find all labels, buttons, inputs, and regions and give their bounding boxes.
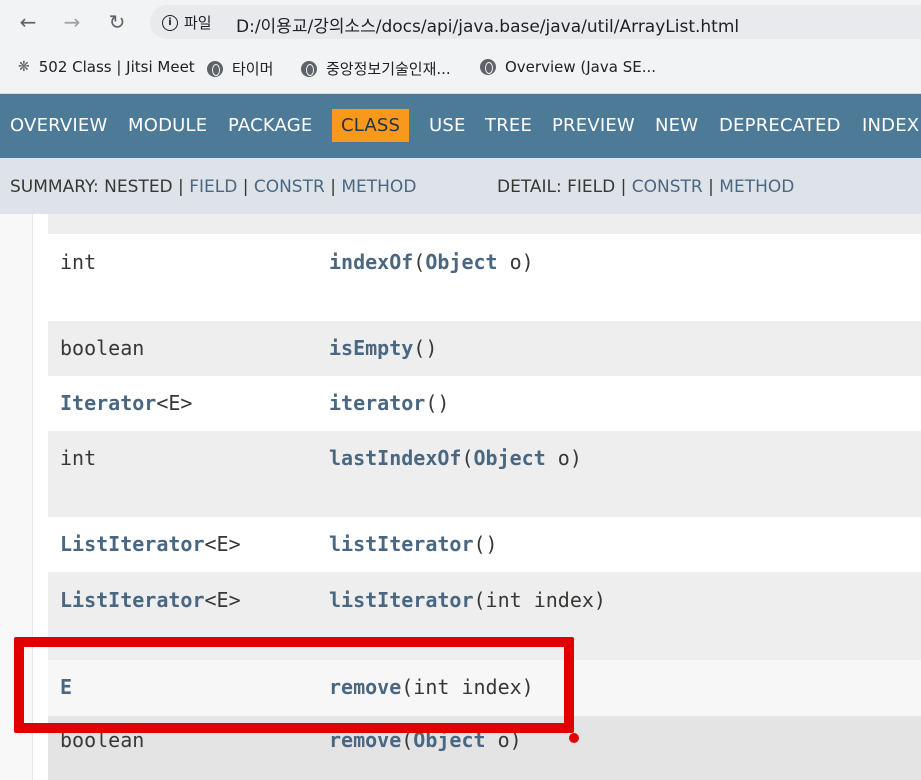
detail-constr-link[interactable]: CONSTR [632, 177, 703, 197]
return-type: boolean [60, 336, 145, 360]
site-info-label: 파일 [184, 14, 212, 32]
highlight-cursor-dot [569, 733, 579, 743]
table-row: Iterator<E> iterator() [48, 376, 921, 431]
separator: | [330, 177, 336, 197]
bookmark-label: 502 Class | Jitsi Meet [38, 58, 195, 76]
globe-icon [480, 59, 496, 75]
reload-icon[interactable]: ↻ [103, 8, 131, 36]
nav-new[interactable]: NEW [655, 115, 698, 136]
method-link[interactable]: isEmpty [329, 336, 413, 360]
table-row: int indexOf(Object o) [48, 234, 921, 321]
separator: | [708, 177, 714, 197]
nav-tree[interactable]: TREE [485, 115, 532, 136]
method-signature: listIterator(int index) [329, 588, 606, 612]
return-type: int [60, 446, 97, 470]
browser-toolbar: ← → ↻ i 파일 D:/이용교/강의소스/docs/api/java.bas… [0, 0, 921, 44]
bookmark-timer[interactable]: 타이머 [207, 58, 273, 79]
detail-prefix: DETAIL: FIELD | [497, 177, 627, 197]
back-arrow-icon[interactable]: ← [14, 8, 42, 36]
bookmark-label: 타이머 [232, 60, 274, 78]
globe-icon [207, 60, 223, 77]
nav-module[interactable]: MODULE [128, 115, 207, 136]
nav-overview[interactable]: OVERVIEW [10, 115, 107, 136]
bookmark-jungang[interactable]: 중앙정보기술인재... [301, 58, 451, 79]
method-signature: indexOf(Object o) [329, 250, 534, 274]
method-signature: listIterator() [329, 532, 498, 556]
summary-prefix: SUMMARY: NESTED | [10, 177, 184, 197]
nav-preview[interactable]: PREVIEW [552, 115, 635, 136]
nav-use[interactable]: USE [429, 115, 466, 136]
summary-field-link[interactable]: FIELD [189, 177, 237, 197]
javadoc-sub-nav: SUMMARY: NESTED | FIELD | CONSTR | METHO… [0, 158, 921, 214]
info-icon: i [162, 14, 178, 31]
method-signature: iterator() [329, 391, 450, 415]
method-signature: isEmpty() [329, 336, 438, 360]
method-link[interactable]: listIterator [329, 588, 474, 612]
method-link[interactable]: listIterator [329, 532, 474, 556]
return-type: Iterator<E> [60, 391, 193, 415]
globe-icon [301, 60, 317, 77]
bookmark-jitsi[interactable]: ❋ 502 Class | Jitsi Meet [18, 58, 195, 76]
bookmark-overview[interactable]: Overview (Java SE... [480, 58, 656, 76]
table-row: boolean isEmpty() [48, 321, 921, 376]
detail-links: DETAIL: FIELD | CONSTR | METHOD [497, 177, 794, 197]
summary-constr-link[interactable]: CONSTR [254, 177, 325, 197]
return-type-link[interactable]: ListIterator [60, 532, 205, 556]
summary-links: SUMMARY: NESTED | FIELD | CONSTR | METHO… [10, 177, 416, 197]
return-type: ListIterator<E> [60, 588, 241, 612]
nav-package[interactable]: PACKAGE [228, 115, 312, 136]
method-signature: lastIndexOf(Object o) [329, 446, 582, 470]
detail-method-link[interactable]: METHOD [719, 177, 794, 197]
method-link[interactable]: indexOf [329, 250, 413, 274]
bookmark-label: Overview (Java SE... [505, 58, 656, 76]
nav-index[interactable]: INDEX [862, 115, 919, 136]
separator: | [242, 177, 249, 197]
method-link[interactable]: iterator [329, 391, 425, 415]
table-row: int lastIndexOf(Object o) [48, 431, 921, 517]
jitsi-icon: ❋ [18, 59, 30, 75]
forward-arrow-icon[interactable]: → [58, 8, 86, 36]
table-row: ListIterator<E> listIterator() [48, 517, 921, 572]
param-type-link[interactable]: Object [474, 446, 546, 470]
return-type-link[interactable]: ListIterator [60, 588, 205, 612]
table-row-partial [48, 214, 921, 234]
return-type: ListIterator<E> [60, 532, 241, 556]
address-bar[interactable]: i 파일 D:/이용교/강의소스/docs/api/java.base/java… [150, 5, 921, 39]
red-highlight-box [14, 637, 574, 733]
bookmark-label: 중앙정보기술인재... [326, 60, 451, 78]
return-type: int [60, 250, 97, 274]
return-type-link[interactable]: Iterator [60, 391, 156, 415]
site-info-chip[interactable]: i 파일 [162, 12, 212, 33]
bookmarks-bar: ❋ 502 Class | Jitsi Meet 타이머 중앙정보기술인재...… [0, 44, 921, 94]
nav-deprecated[interactable]: DEPRECATED [719, 115, 841, 136]
summary-method-link[interactable]: METHOD [341, 177, 416, 197]
javadoc-top-nav: OVERVIEW MODULE PACKAGE CLASS USE TREE P… [0, 94, 921, 158]
url-text[interactable]: D:/이용교/강의소스/docs/api/java.base/java/util… [236, 12, 739, 37]
method-link[interactable]: lastIndexOf [329, 446, 461, 470]
nav-class-active[interactable]: CLASS [332, 109, 410, 142]
param-type-link[interactable]: Object [425, 250, 497, 274]
